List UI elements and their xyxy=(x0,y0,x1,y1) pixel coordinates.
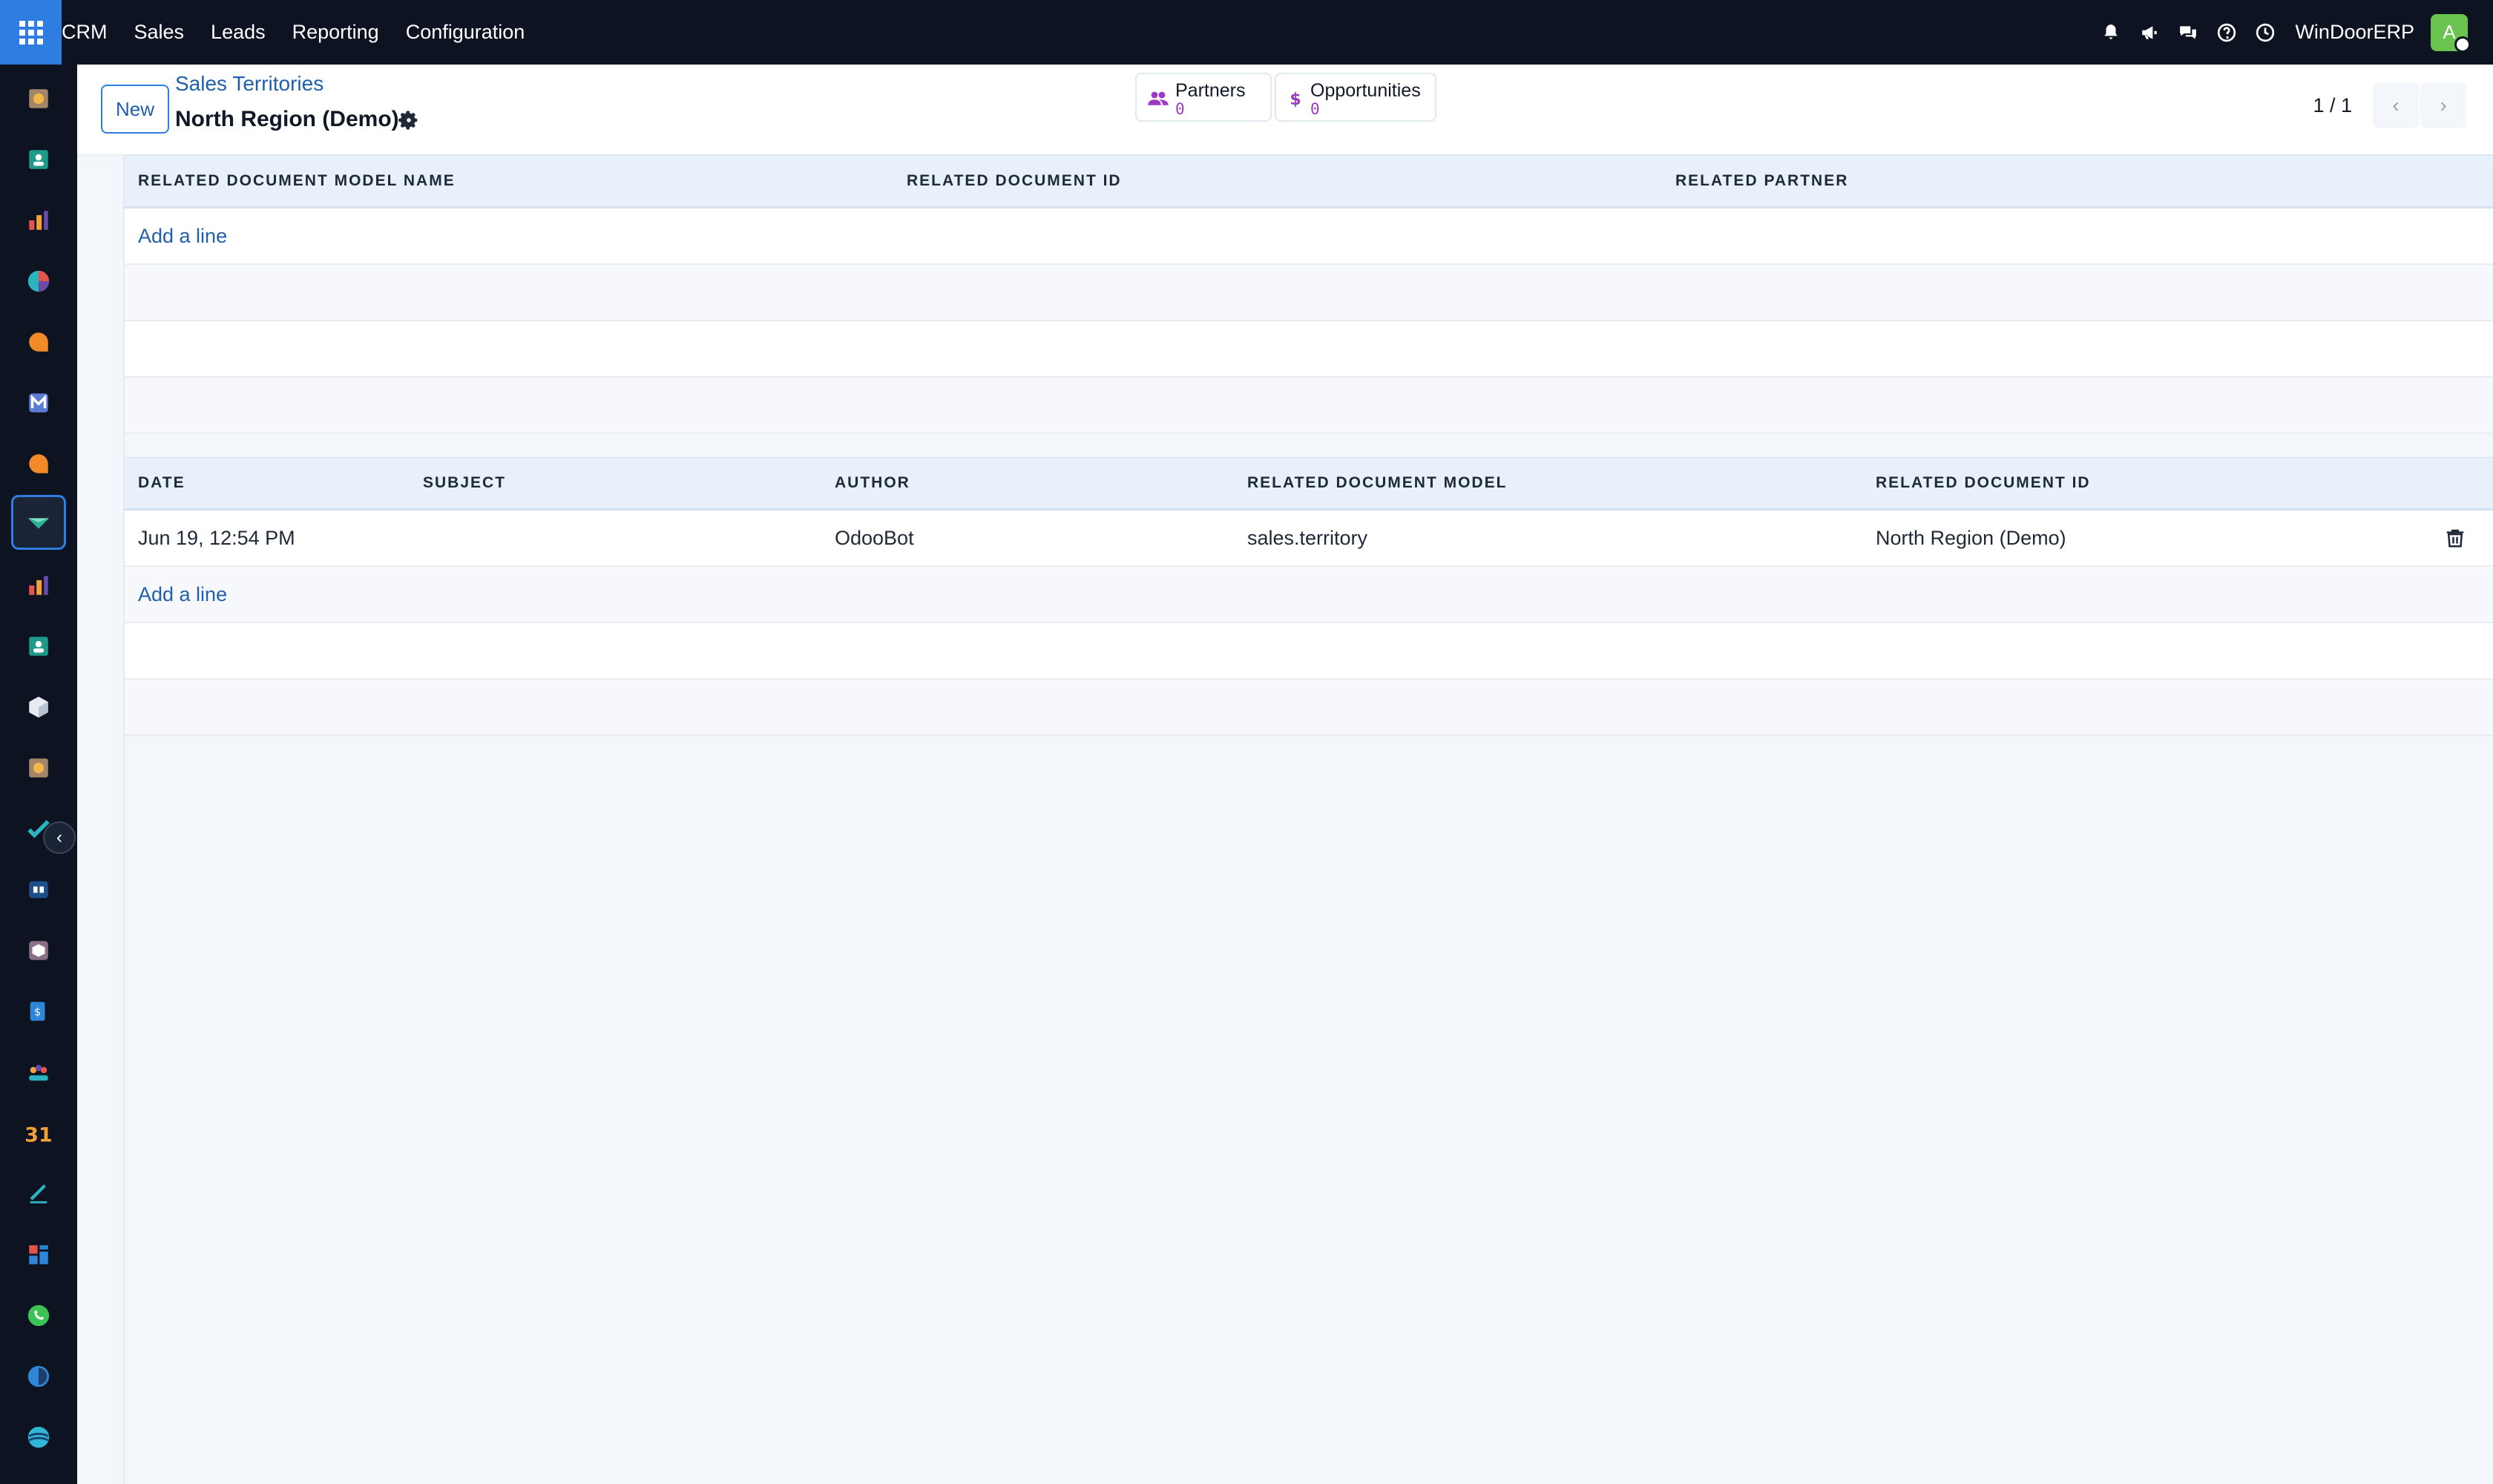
clock-icon[interactable] xyxy=(2246,0,2285,65)
gear-icon[interactable] xyxy=(398,109,420,131)
pager-next-button[interactable]: › xyxy=(2420,82,2466,128)
sign-app-icon[interactable] xyxy=(11,1166,66,1221)
calendar-app-icon[interactable]: 31 xyxy=(11,1106,66,1160)
new-button[interactable]: New xyxy=(101,85,169,134)
dashboard-app-icon[interactable] xyxy=(11,254,66,309)
sales-app-icon[interactable] xyxy=(11,558,66,613)
add-a-line-link[interactable]: Add a line xyxy=(138,225,227,248)
knowledge-app-icon[interactable] xyxy=(11,862,66,917)
menu-item-configuration[interactable]: Configuration xyxy=(392,0,539,65)
empty-row xyxy=(125,321,2493,378)
column-header[interactable]: DATE xyxy=(138,474,185,492)
user-avatar[interactable]: A xyxy=(2431,13,2471,53)
column-header[interactable]: RELATED DOCUMENT ID xyxy=(907,172,1122,190)
app-menu-button[interactable] xyxy=(0,0,62,65)
dollar-icon: $ xyxy=(1290,91,1301,109)
livechat-app-icon[interactable] xyxy=(11,436,66,491)
table-header: DATE SUBJECT AUTHOR RELATED DOCUMENT MOD… xyxy=(125,457,2493,510)
company-switcher[interactable]: WinDoorERP xyxy=(2295,21,2414,44)
avatar-letter: A xyxy=(2443,21,2456,43)
control-panel: New Sales Territories North Region (Demo… xyxy=(77,65,2493,155)
table-row[interactable]: Jun 19, 12:54 PM OdooBot sales.territory… xyxy=(125,510,2493,567)
grid-icon xyxy=(19,20,43,45)
chevron-right-icon: › xyxy=(2440,93,2447,116)
empty-row xyxy=(125,680,2493,736)
email-marketing-app-icon[interactable] xyxy=(11,375,66,430)
collapse-sidebar-button[interactable]: ‹ xyxy=(43,821,76,854)
opportunities-stat-count: 0 xyxy=(1310,100,1320,118)
community-app-icon[interactable] xyxy=(11,1045,66,1100)
empty-row xyxy=(125,623,2493,680)
add-line-row: Add a line xyxy=(125,209,2493,265)
whatsapp-app-icon[interactable] xyxy=(11,1288,66,1343)
column-header[interactable]: RELATED DOCUMENT MODEL NAME xyxy=(138,172,456,190)
column-header[interactable]: RELATED DOCUMENT ID xyxy=(1876,474,2091,492)
app-sidebar: $ 31 ‹ xyxy=(0,65,77,1484)
purchase-app-icon[interactable] xyxy=(11,923,66,978)
svg-text:$: $ xyxy=(1290,91,1301,109)
systray: WinDoorERP A xyxy=(2092,0,2493,65)
megaphone-icon[interactable] xyxy=(2130,0,2169,65)
menu-item-reporting[interactable]: Reporting xyxy=(279,0,392,65)
opportunities-stat-label: Opportunities xyxy=(1310,80,1421,101)
partners-stat-button[interactable]: Partners 0 xyxy=(1135,73,1272,122)
messages-table: DATE SUBJECT AUTHOR RELATED DOCUMENT MOD… xyxy=(125,457,2493,736)
cell-author: OdooBot xyxy=(835,527,914,549)
table-header: RELATED DOCUMENT MODEL NAME RELATED DOCU… xyxy=(125,155,2493,209)
trash-icon[interactable] xyxy=(2444,527,2466,549)
svg-text:31: 31 xyxy=(26,1123,51,1146)
chat-icon[interactable] xyxy=(2169,0,2207,65)
chevron-left-icon: ‹ xyxy=(2392,93,2400,116)
partners-stat-count: 0 xyxy=(1175,100,1185,118)
reporting-app-icon[interactable] xyxy=(11,193,66,248)
column-header[interactable]: AUTHOR xyxy=(835,474,910,492)
contacts-app-icon[interactable] xyxy=(11,132,66,187)
content-gutter xyxy=(77,155,125,1484)
related-documents-table: RELATED DOCUMENT MODEL NAME RELATED DOCU… xyxy=(125,155,2493,434)
menu-item-leads[interactable]: Leads xyxy=(197,0,279,65)
planning-app-icon[interactable] xyxy=(11,1410,66,1465)
column-header[interactable]: RELATED DOCUMENT MODEL xyxy=(1247,474,1507,492)
presence-indicator xyxy=(2454,36,2471,53)
menu-item-sales[interactable]: Sales xyxy=(121,0,198,65)
record-title: North Region (Demo) xyxy=(175,107,399,131)
empty-row xyxy=(125,265,2493,321)
cell-record: North Region (Demo) xyxy=(1876,527,2066,549)
cell-model: sales.territory xyxy=(1247,527,1368,549)
cell-date: Jun 19, 12:54 PM xyxy=(138,527,295,549)
opportunities-stat-button[interactable]: $ Opportunities 0 xyxy=(1275,73,1436,122)
empty-row xyxy=(125,378,2493,434)
website-app-icon[interactable] xyxy=(11,1227,66,1282)
svg-text:$: $ xyxy=(34,1007,41,1019)
breadcrumb-sales-territories[interactable]: Sales Territories xyxy=(175,72,323,96)
bell-icon[interactable] xyxy=(2092,0,2130,65)
column-header[interactable]: RELATED PARTNER xyxy=(1675,172,1848,190)
column-header[interactable]: SUBJECT xyxy=(423,474,506,492)
menu-brand-crm[interactable]: CRM xyxy=(62,0,121,65)
time-off-app-icon[interactable] xyxy=(11,1349,66,1404)
main-menu: CRM Sales Leads Reporting Configuration xyxy=(62,0,538,65)
employees-app-icon[interactable] xyxy=(11,619,66,674)
expenses-app-icon[interactable]: $ xyxy=(11,984,66,1039)
partners-stat-label: Partners xyxy=(1175,80,1246,101)
add-line-row: Add a line xyxy=(125,567,2493,623)
chevron-left-icon: ‹ xyxy=(56,827,62,847)
notes-app-icon[interactable] xyxy=(11,741,66,795)
users-icon xyxy=(1148,91,1169,105)
pager-value[interactable]: 1 / 1 xyxy=(2313,94,2352,117)
inventory-app-icon[interactable] xyxy=(11,680,66,735)
help-icon[interactable] xyxy=(2207,0,2246,65)
add-a-line-link[interactable]: Add a line xyxy=(138,583,227,606)
top-navbar: CRM Sales Leads Reporting Configuration … xyxy=(0,0,2493,65)
crm-app-icon[interactable] xyxy=(11,495,66,550)
pager-previous-button[interactable]: ‹ xyxy=(2373,82,2419,128)
sticky-note-app-icon[interactable] xyxy=(11,71,66,126)
discuss-app-icon[interactable] xyxy=(11,315,66,370)
